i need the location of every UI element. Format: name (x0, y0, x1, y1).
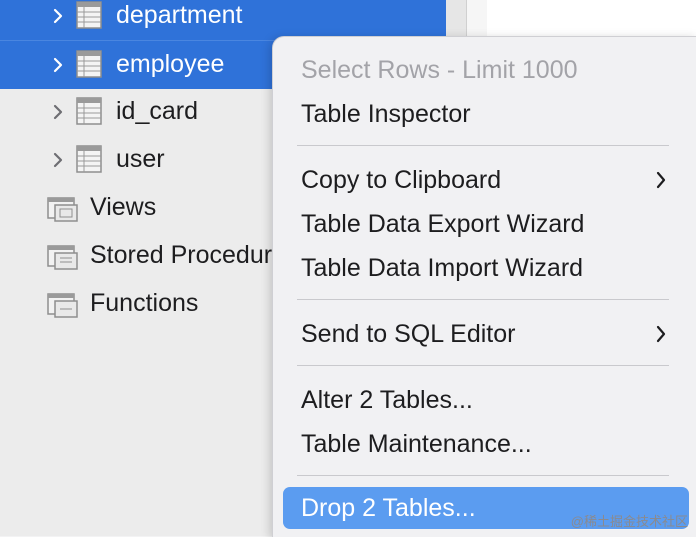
menu-item-table-data-export-wizard[interactable]: Table Data Export Wizard (273, 205, 696, 243)
menu-item-label: Select Rows - Limit 1000 (301, 56, 578, 84)
menu-item-label: Drop 2 Tables... (301, 494, 476, 522)
menu-item-label: Table Data Import Wizard (301, 254, 584, 282)
menu-separator (297, 365, 669, 366)
chevron-right-icon[interactable] (50, 7, 66, 25)
menu-item-label: Copy to Clipboard (301, 166, 502, 194)
menu-item-alter-tables[interactable]: Alter 2 Tables... (273, 381, 696, 419)
menu-item-label: Send to SQL Editor (301, 320, 516, 348)
views-folder-icon (47, 197, 78, 222)
table-icon (76, 1, 102, 29)
menu-item-table-maintenance[interactable]: Table Maintenance... (273, 425, 696, 463)
table-label: id_card (116, 97, 198, 125)
table-row-department[interactable]: department (0, 0, 446, 40)
stored-procedures-folder-icon (47, 245, 78, 270)
functions-folder-icon (47, 293, 78, 318)
table-label: department (116, 1, 243, 29)
menu-item-select-rows: Select Rows - Limit 1000 (273, 51, 696, 89)
group-label: Views (90, 193, 157, 221)
menu-item-copy-to-clipboard[interactable]: Copy to Clipboard (273, 161, 696, 199)
group-label: Functions (90, 289, 199, 317)
chevron-right-icon[interactable] (50, 56, 66, 74)
menu-separator (297, 475, 669, 476)
chevron-right-icon (656, 171, 666, 189)
group-label: Stored Procedures (90, 241, 299, 269)
chevron-right-icon[interactable] (50, 103, 66, 121)
menu-item-table-data-import-wizard[interactable]: Table Data Import Wizard (273, 249, 696, 287)
menu-item-label: Table Data Export Wizard (301, 210, 585, 238)
menu-item-send-to-sql-editor[interactable]: Send to SQL Editor (273, 315, 696, 353)
table-label: user (116, 145, 165, 173)
menu-item-table-inspector[interactable]: Table Inspector (273, 95, 696, 133)
table-label: employee (116, 50, 225, 78)
menu-separator (297, 299, 669, 300)
menu-item-label: Table Inspector (301, 100, 471, 128)
chevron-right-icon (656, 325, 666, 343)
menu-separator (297, 145, 669, 146)
menu-item-label: Alter 2 Tables... (301, 386, 473, 414)
context-menu: Select Rows - Limit 1000 Table Inspector… (272, 36, 696, 537)
menu-item-label: Table Maintenance... (301, 430, 532, 458)
chevron-right-icon[interactable] (50, 151, 66, 169)
table-icon (76, 50, 102, 78)
table-icon (76, 145, 102, 173)
watermark: @稀土掘金技术社区 (570, 514, 688, 529)
table-icon (76, 97, 102, 125)
